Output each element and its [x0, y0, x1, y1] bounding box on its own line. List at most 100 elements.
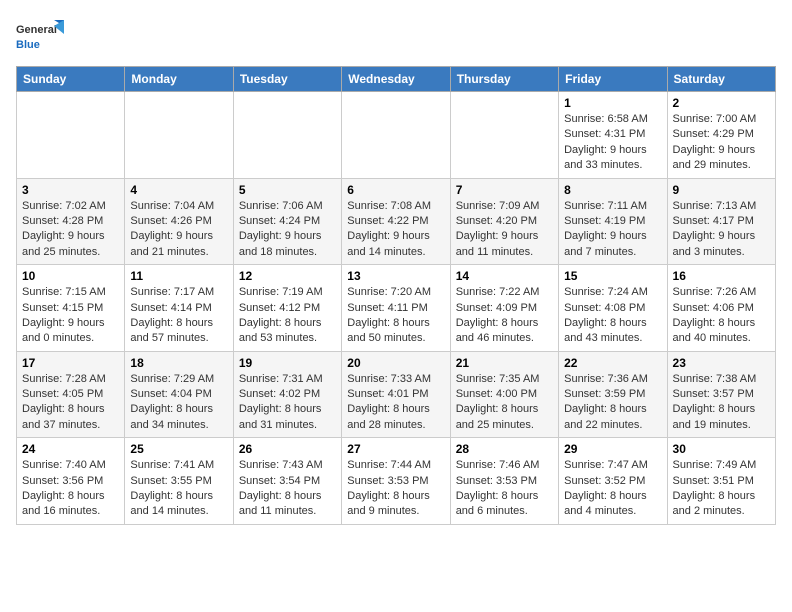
calendar-cell: 5 Sunrise: 7:06 AM Sunset: 4:24 PM Daylig… [233, 178, 341, 265]
day-info: Sunrise: 7:38 AM Sunset: 3:57 PM Dayligh… [673, 372, 770, 434]
weekday-header-wednesday: Wednesday [342, 67, 450, 92]
calendar-cell: 14Sunrise: 7:22 AM Sunset: 4:09 PM Dayli… [450, 265, 558, 352]
calendar-cell: 8 Sunrise: 7:11 AM Sunset: 4:19 PM Daylig… [559, 178, 667, 265]
calendar-cell: 24Sunrise: 7:40 AM Sunset: 3:56 PM Dayli… [17, 438, 125, 525]
day-info: Sunrise: 7:46 AM Sunset: 3:53 PM Dayligh… [456, 458, 553, 520]
day-number: 29 [564, 442, 661, 456]
calendar-cell: 20 Sunrise: 7:33 AM Sunset: 4:01 PM Dayli… [342, 351, 450, 438]
day-info: Sunrise: 7:24 AM Sunset: 4:08 PM Dayligh… [564, 285, 661, 347]
calendar-cell: 11 Sunrise: 7:17 AM Sunset: 4:14 PM Dayli… [125, 265, 233, 352]
day-info: Sunrise: 7:06 AM Sunset: 4:24 PM Dayligh… [239, 199, 336, 261]
calendar-cell: 17Sunrise: 7:28 AM Sunset: 4:05 PM Dayli… [17, 351, 125, 438]
calendar-cell: 26 Sunrise: 7:43 AM Sunset: 3:54 PM Dayli… [233, 438, 341, 525]
day-number: 5 [239, 183, 336, 197]
day-number: 2 [673, 96, 770, 110]
svg-text:General: General [16, 24, 57, 36]
day-info: Sunrise: 7:19 AM Sunset: 4:12 PM Dayligh… [239, 285, 336, 347]
day-number: 1 [564, 96, 661, 110]
day-info: Sunrise: 7:13 AM Sunset: 4:17 PM Dayligh… [673, 199, 770, 261]
day-info: Sunrise: 7:35 AM Sunset: 4:00 PM Dayligh… [456, 372, 553, 434]
day-info: Sunrise: 7:41 AM Sunset: 3:55 PM Dayligh… [130, 458, 227, 520]
calendar-cell: 19 Sunrise: 7:31 AM Sunset: 4:02 PM Dayli… [233, 351, 341, 438]
page-header: General Blue [16, 16, 776, 58]
day-number: 27 [347, 442, 444, 456]
weekday-header-thursday: Thursday [450, 67, 558, 92]
day-info: Sunrise: 6:58 AM Sunset: 4:31 PM Dayligh… [564, 112, 661, 174]
day-number: 13 [347, 269, 444, 283]
calendar-cell: 3 Sunrise: 7:02 AM Sunset: 4:28 PM Daylig… [17, 178, 125, 265]
day-info: Sunrise: 7:29 AM Sunset: 4:04 PM Dayligh… [130, 372, 227, 434]
day-info: Sunrise: 7:40 AM Sunset: 3:56 PM Dayligh… [22, 458, 119, 520]
calendar-cell: 7Sunrise: 7:09 AM Sunset: 4:20 PM Daylig… [450, 178, 558, 265]
calendar-week-row: 17Sunrise: 7:28 AM Sunset: 4:05 PM Dayli… [17, 351, 776, 438]
calendar-cell: 9Sunrise: 7:13 AM Sunset: 4:17 PM Daylig… [667, 178, 775, 265]
weekday-header-monday: Monday [125, 67, 233, 92]
day-info: Sunrise: 7:28 AM Sunset: 4:05 PM Dayligh… [22, 372, 119, 434]
day-info: Sunrise: 7:22 AM Sunset: 4:09 PM Dayligh… [456, 285, 553, 347]
calendar-cell: 12 Sunrise: 7:19 AM Sunset: 4:12 PM Dayli… [233, 265, 341, 352]
day-number: 26 [239, 442, 336, 456]
day-number: 21 [456, 356, 553, 370]
calendar-cell [125, 92, 233, 179]
calendar-cell: 1 Sunrise: 6:58 AM Sunset: 4:31 PM Daylig… [559, 92, 667, 179]
day-info: Sunrise: 7:11 AM Sunset: 4:19 PM Dayligh… [564, 199, 661, 261]
calendar-cell: 30 Sunrise: 7:49 AM Sunset: 3:51 PM Dayli… [667, 438, 775, 525]
calendar-week-row: 10 Sunrise: 7:15 AM Sunset: 4:15 PM Dayli… [17, 265, 776, 352]
calendar-cell [17, 92, 125, 179]
day-info: Sunrise: 7:00 AM Sunset: 4:29 PM Dayligh… [673, 112, 770, 174]
day-number: 16 [673, 269, 770, 283]
day-number: 12 [239, 269, 336, 283]
day-info: Sunrise: 7:43 AM Sunset: 3:54 PM Dayligh… [239, 458, 336, 520]
calendar-week-row: 1 Sunrise: 6:58 AM Sunset: 4:31 PM Daylig… [17, 92, 776, 179]
day-info: Sunrise: 7:47 AM Sunset: 3:52 PM Dayligh… [564, 458, 661, 520]
calendar-week-row: 24Sunrise: 7:40 AM Sunset: 3:56 PM Dayli… [17, 438, 776, 525]
day-number: 6 [347, 183, 444, 197]
calendar-cell: 27 Sunrise: 7:44 AM Sunset: 3:53 PM Dayli… [342, 438, 450, 525]
weekday-header-sunday: Sunday [17, 67, 125, 92]
calendar-cell: 29 Sunrise: 7:47 AM Sunset: 3:52 PM Dayli… [559, 438, 667, 525]
day-number: 19 [239, 356, 336, 370]
day-info: Sunrise: 7:33 AM Sunset: 4:01 PM Dayligh… [347, 372, 444, 434]
day-number: 28 [456, 442, 553, 456]
weekday-header-friday: Friday [559, 67, 667, 92]
calendar-table: SundayMondayTuesdayWednesdayThursdayFrid… [16, 66, 776, 525]
day-number: 11 [130, 269, 227, 283]
day-number: 18 [130, 356, 227, 370]
calendar-week-row: 3 Sunrise: 7:02 AM Sunset: 4:28 PM Daylig… [17, 178, 776, 265]
calendar-cell [342, 92, 450, 179]
calendar-cell: 22 Sunrise: 7:36 AM Sunset: 3:59 PM Dayli… [559, 351, 667, 438]
day-info: Sunrise: 7:44 AM Sunset: 3:53 PM Dayligh… [347, 458, 444, 520]
day-info: Sunrise: 7:31 AM Sunset: 4:02 PM Dayligh… [239, 372, 336, 434]
weekday-header-saturday: Saturday [667, 67, 775, 92]
day-number: 23 [673, 356, 770, 370]
day-info: Sunrise: 7:26 AM Sunset: 4:06 PM Dayligh… [673, 285, 770, 347]
day-number: 7 [456, 183, 553, 197]
day-number: 22 [564, 356, 661, 370]
calendar-cell [450, 92, 558, 179]
day-number: 10 [22, 269, 119, 283]
calendar-cell: 28 Sunrise: 7:46 AM Sunset: 3:53 PM Dayli… [450, 438, 558, 525]
day-info: Sunrise: 7:17 AM Sunset: 4:14 PM Dayligh… [130, 285, 227, 347]
weekday-header-tuesday: Tuesday [233, 67, 341, 92]
calendar-cell: 25Sunrise: 7:41 AM Sunset: 3:55 PM Dayli… [125, 438, 233, 525]
calendar-cell: 6Sunrise: 7:08 AM Sunset: 4:22 PM Daylig… [342, 178, 450, 265]
calendar-cell: 2 Sunrise: 7:00 AM Sunset: 4:29 PM Daylig… [667, 92, 775, 179]
logo-svg: General Blue [16, 16, 64, 58]
calendar-cell: 16 Sunrise: 7:26 AM Sunset: 4:06 PM Dayli… [667, 265, 775, 352]
calendar-cell: 18 Sunrise: 7:29 AM Sunset: 4:04 PM Dayli… [125, 351, 233, 438]
day-number: 8 [564, 183, 661, 197]
day-number: 30 [673, 442, 770, 456]
svg-text:Blue: Blue [16, 39, 40, 51]
day-info: Sunrise: 7:20 AM Sunset: 4:11 PM Dayligh… [347, 285, 444, 347]
day-info: Sunrise: 7:04 AM Sunset: 4:26 PM Dayligh… [130, 199, 227, 261]
day-info: Sunrise: 7:02 AM Sunset: 4:28 PM Dayligh… [22, 199, 119, 261]
day-info: Sunrise: 7:36 AM Sunset: 3:59 PM Dayligh… [564, 372, 661, 434]
day-info: Sunrise: 7:15 AM Sunset: 4:15 PM Dayligh… [22, 285, 119, 347]
calendar-cell: 23 Sunrise: 7:38 AM Sunset: 3:57 PM Dayli… [667, 351, 775, 438]
day-number: 15 [564, 269, 661, 283]
day-number: 4 [130, 183, 227, 197]
day-number: 3 [22, 183, 119, 197]
day-number: 20 [347, 356, 444, 370]
calendar-cell: 15 Sunrise: 7:24 AM Sunset: 4:08 PM Dayli… [559, 265, 667, 352]
day-info: Sunrise: 7:49 AM Sunset: 3:51 PM Dayligh… [673, 458, 770, 520]
